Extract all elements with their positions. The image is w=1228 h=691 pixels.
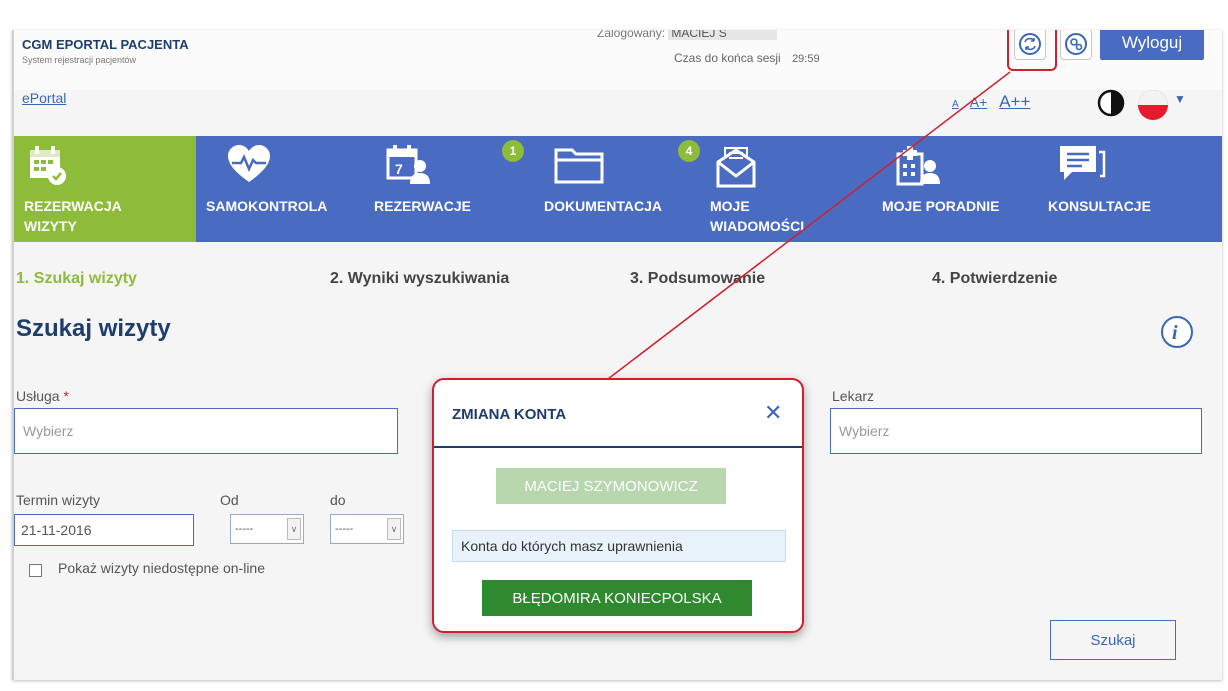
logged-user-name: MACIEJ S bbox=[668, 30, 777, 40]
page-title: Szukaj wizyty bbox=[16, 315, 171, 342]
nav-item-rezerwacje[interactable]: 7 REZERWACJE bbox=[366, 136, 516, 242]
nav-label-line1: REZERWACJE bbox=[374, 198, 471, 214]
service-select[interactable]: Wybierz bbox=[14, 408, 398, 454]
modal-divider bbox=[434, 446, 802, 448]
nav-item-moje-wiadomosci[interactable]: 4 MOJE WIADOMOŚCI bbox=[678, 136, 858, 242]
step-1: 1. Szukaj wizyty bbox=[16, 270, 137, 287]
heart-pulse-icon bbox=[228, 145, 270, 182]
date-value: 21-11-2016 bbox=[21, 522, 92, 538]
top-header: CGM EPORTAL PACJENTA System rejestracji … bbox=[14, 30, 1222, 90]
font-size-normal[interactable]: A bbox=[952, 99, 959, 110]
current-account-button: MACIEJ SZYMONOWICZ bbox=[496, 468, 726, 504]
info-icon[interactable]: i bbox=[1160, 315, 1194, 349]
step-4: 4. Potwierdzenie bbox=[932, 270, 1058, 287]
service-label: Usługa * bbox=[16, 388, 69, 404]
modal-title: ZMIANA KONTA bbox=[452, 406, 567, 423]
folder-icon bbox=[554, 148, 604, 184]
nav-label-line1: MOJE PORADNIE bbox=[882, 198, 1000, 214]
doctor-select[interactable]: Wybierz bbox=[830, 408, 1202, 454]
nav-label-line2: WIZYTY bbox=[24, 218, 77, 234]
nav-label-line1: DOKUMENTACJA bbox=[544, 198, 662, 214]
clinic-icon bbox=[896, 146, 940, 186]
nav-item-dokumentacja[interactable]: 1 DOKUMENTACJA bbox=[502, 136, 694, 242]
nav-label-line1: KONSULTACJE bbox=[1048, 198, 1151, 214]
envelope-icon bbox=[716, 147, 756, 188]
chevron-down-icon: ∨ bbox=[287, 518, 301, 540]
nav-item-samokontrola[interactable]: SAMOKONTROLA bbox=[206, 136, 356, 242]
svg-text:i: i bbox=[1172, 322, 1178, 344]
time-to-select[interactable]: ----- ∨ bbox=[330, 514, 404, 544]
logged-label: Zalogowany: bbox=[597, 30, 666, 40]
search-button[interactable]: Szukaj bbox=[1050, 620, 1176, 660]
notification-badge: 1 bbox=[502, 140, 524, 162]
gear-icon bbox=[1065, 33, 1087, 55]
brand-title: CGM EPORTAL PACJENTA bbox=[22, 37, 189, 52]
svg-text:7: 7 bbox=[395, 161, 403, 177]
session-timer: Czas do końca sesji 29:59 bbox=[674, 51, 820, 65]
polish-flag-icon[interactable] bbox=[1136, 88, 1170, 122]
show-unavailable-checkbox[interactable] bbox=[29, 564, 42, 577]
brand-subtitle: System rejestracji pacjentów bbox=[22, 55, 137, 65]
nav-label-line1: MOJE bbox=[710, 198, 750, 214]
app-window: CGM EPORTAL PACJENTA System rejestracji … bbox=[12, 30, 1222, 680]
chevron-down-icon: ∨ bbox=[387, 518, 401, 540]
time-from-select[interactable]: ----- ∨ bbox=[230, 514, 304, 544]
term-label: Termin wizyty bbox=[16, 492, 101, 508]
session-label: Czas do końca sesji bbox=[674, 51, 781, 65]
close-icon[interactable]: ✕ bbox=[764, 400, 782, 426]
step-3: 3. Podsumowanie bbox=[630, 270, 766, 287]
nav-item-konsultacje[interactable]: KONSULTACJE bbox=[1048, 136, 1198, 242]
to-label: do bbox=[330, 492, 346, 508]
show-unavailable-label[interactable]: Pokaż wizyty niedostępne on-line bbox=[58, 560, 265, 576]
logout-button[interactable]: Wyloguj bbox=[1100, 30, 1204, 60]
logged-user-info: Zalogowany: MACIEJ S bbox=[597, 30, 777, 40]
calendar-person-icon: 7 bbox=[386, 145, 430, 184]
eportal-link[interactable]: ePortal bbox=[22, 90, 66, 106]
from-label: Od bbox=[220, 492, 239, 508]
settings-button[interactable] bbox=[1060, 30, 1092, 60]
account-button[interactable]: BŁĘDOMIRA KONIECPOLSKA bbox=[482, 580, 752, 616]
switch-account-button[interactable] bbox=[1014, 30, 1046, 60]
calendar-check-icon bbox=[30, 146, 66, 185]
service-placeholder: Wybierz bbox=[23, 423, 74, 439]
font-size-large[interactable]: A+ bbox=[970, 94, 988, 110]
time-to-value: ----- bbox=[335, 523, 354, 535]
notification-badge: 4 bbox=[678, 140, 700, 162]
font-size-xlarge[interactable]: A++ bbox=[999, 92, 1030, 111]
date-input[interactable]: 21-11-2016 bbox=[14, 514, 194, 546]
main-navigation: REZERWACJA WIZYTY SAMOKONTROLA 7 REZERWA… bbox=[14, 136, 1222, 242]
nav-item-rezerwacja-wizyty[interactable]: REZERWACJA WIZYTY bbox=[14, 136, 196, 242]
language-dropdown-arrow[interactable]: ▼ bbox=[1174, 92, 1186, 106]
nav-label-line1: SAMOKONTROLA bbox=[206, 198, 328, 214]
nav-label-line2: WIADOMOŚCI bbox=[710, 218, 805, 234]
chat-icon bbox=[1060, 146, 1106, 180]
accounts-header: Konta do których masz uprawnienia bbox=[452, 530, 786, 562]
nav-item-moje-poradnie[interactable]: MOJE PORADNIE bbox=[882, 136, 1042, 242]
time-from-value: ----- bbox=[235, 523, 254, 535]
font-size-controls: A A+ A++ bbox=[952, 92, 1038, 112]
nav-label-line1: REZERWACJA bbox=[24, 198, 122, 214]
contrast-icon[interactable] bbox=[1096, 88, 1126, 118]
switch-account-modal: ZMIANA KONTA ✕ MACIEJ SZYMONOWICZ Konta … bbox=[432, 378, 804, 633]
step-2: 2. Wyniki wyszukiwania bbox=[330, 270, 510, 287]
required-marker: * bbox=[63, 388, 69, 404]
switch-account-icon bbox=[1019, 33, 1041, 55]
doctor-placeholder: Wybierz bbox=[839, 423, 890, 439]
session-time: 29:59 bbox=[792, 53, 820, 65]
doctor-label: Lekarz bbox=[832, 388, 875, 404]
